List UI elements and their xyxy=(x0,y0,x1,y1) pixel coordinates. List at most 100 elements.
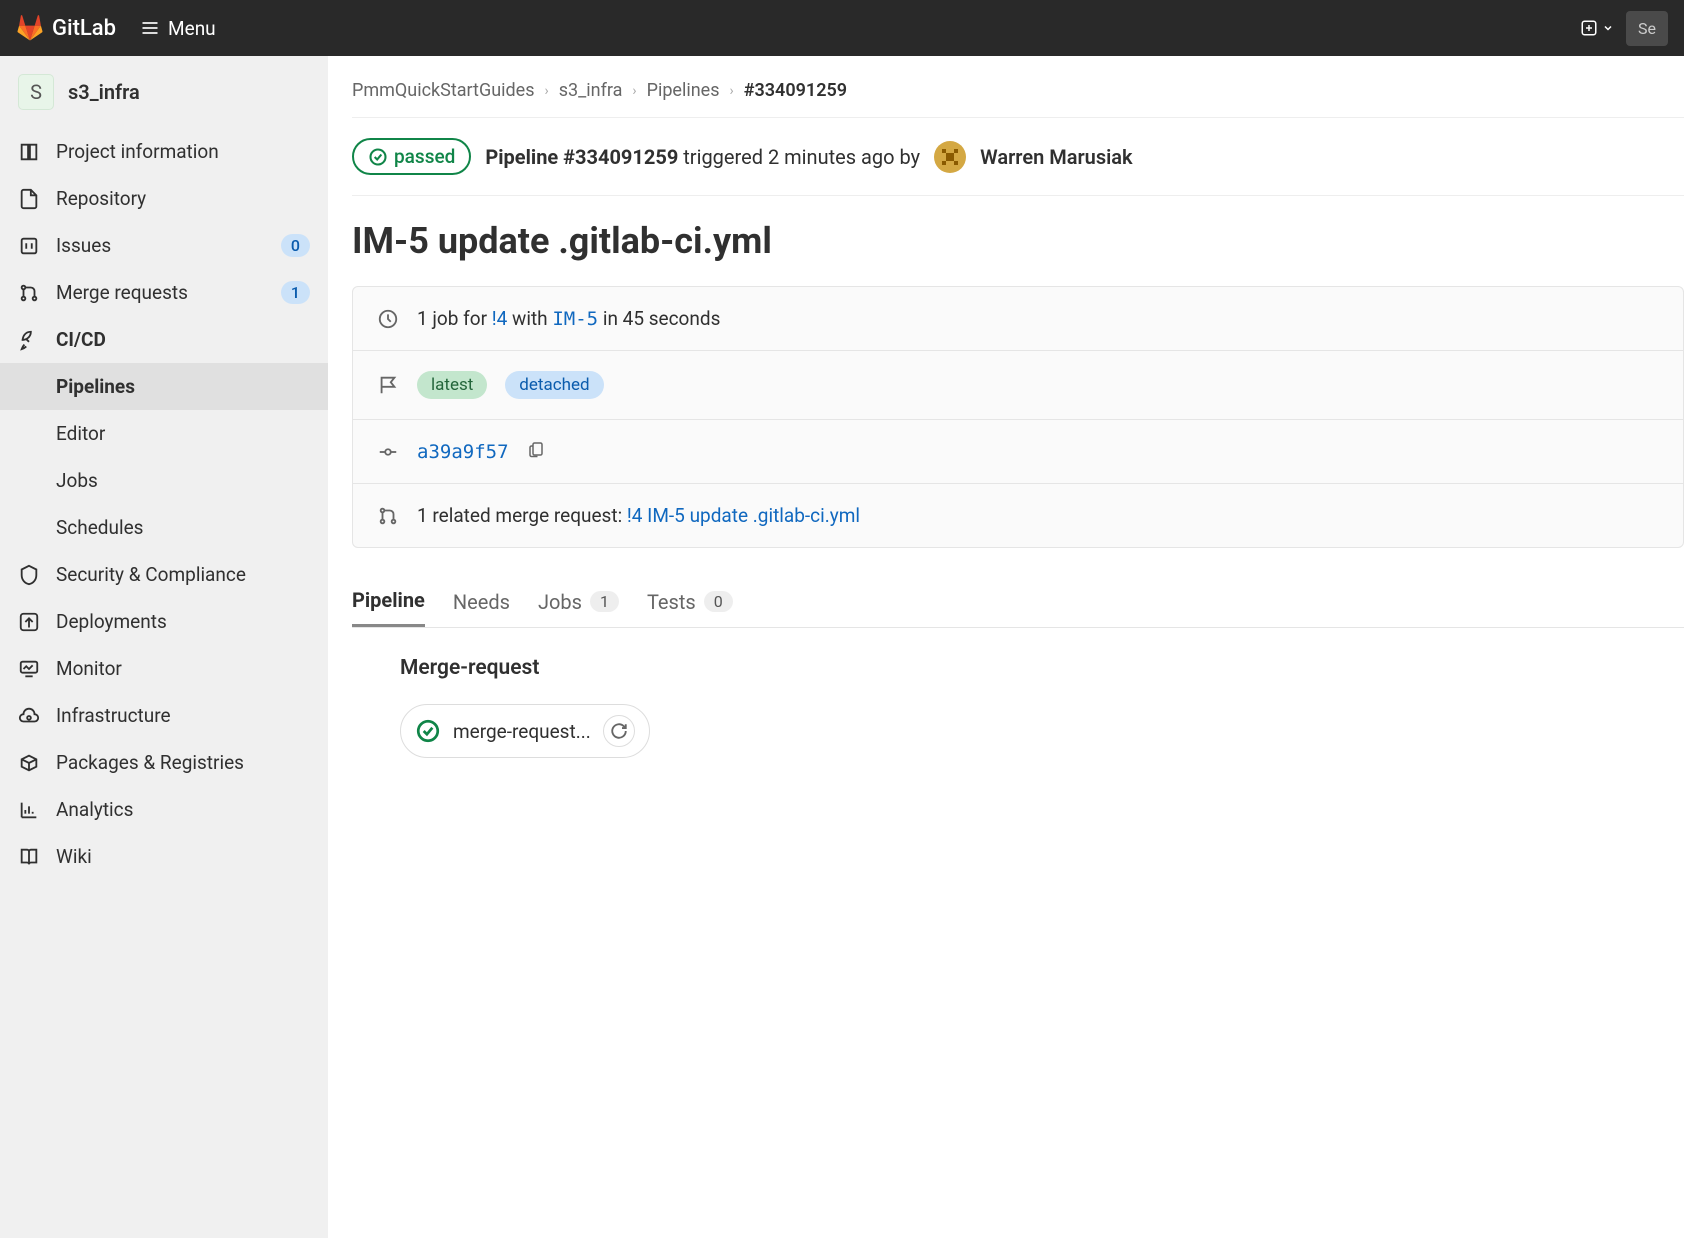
commit-icon xyxy=(377,441,399,463)
merge-icon xyxy=(18,282,40,304)
subnav-editor[interactable]: Editor xyxy=(0,410,328,457)
mr-link[interactable]: !4 xyxy=(492,307,508,330)
topbar-left: GitLab Menu xyxy=(16,14,216,42)
detail-commit-row: a39a9f57 xyxy=(353,420,1683,484)
job-pill[interactable]: merge-request... xyxy=(400,704,650,758)
jobs-summary: 1 job for !4 with IM-5 in 45 seconds xyxy=(417,307,720,330)
rocket-icon xyxy=(18,329,40,351)
project-header[interactable]: S s3_infra xyxy=(0,64,328,120)
cicd-subnav: Pipelines Editor Jobs Schedules xyxy=(0,363,328,551)
sidebar-item-label: Project information xyxy=(56,140,310,163)
chevron-right-icon: › xyxy=(545,83,549,99)
gitlab-tanuki-icon xyxy=(16,14,44,42)
sidebar-item-label: Monitor xyxy=(56,657,310,680)
book-icon xyxy=(18,141,40,163)
plus-icon xyxy=(1580,19,1598,37)
gitlab-logo[interactable]: GitLab xyxy=(16,14,116,42)
detail-jobs-row: 1 job for !4 with IM-5 in 45 seconds xyxy=(353,287,1683,351)
breadcrumb: PmmQuickStartGuides › s3_infra › Pipelin… xyxy=(352,80,1684,118)
sidebar-item-repository[interactable]: Repository xyxy=(0,175,328,222)
related-mr-text: 1 related merge request: !4 IM-5 update … xyxy=(417,504,860,527)
new-dropdown[interactable] xyxy=(1580,19,1614,37)
cloud-gear-icon xyxy=(18,705,40,727)
sidebar-item-label: Issues xyxy=(56,234,265,257)
commit-sha-link[interactable]: a39a9f57 xyxy=(417,441,509,463)
issues-count-badge: 0 xyxy=(281,234,310,257)
chevron-right-icon: › xyxy=(632,83,636,99)
book-open-icon xyxy=(18,846,40,868)
triggered-text: triggered 2 minutes ago by xyxy=(678,145,920,169)
sidebar-item-label: Deployments xyxy=(56,610,310,633)
status-badge[interactable]: passed xyxy=(352,138,471,175)
file-icon xyxy=(18,188,40,210)
detail-tags-row: latest detached xyxy=(353,351,1683,420)
tests-count: 0 xyxy=(704,591,733,612)
avatar-pattern-icon xyxy=(938,145,962,169)
subnav-schedules[interactable]: Schedules xyxy=(0,504,328,551)
sidebar-item-wiki[interactable]: Wiki xyxy=(0,833,328,880)
chevron-down-icon xyxy=(1602,22,1614,34)
pipeline-trigger-info: Pipeline #334091259 triggered 2 minutes … xyxy=(485,145,920,169)
job-name: merge-request... xyxy=(453,720,591,743)
chart-icon xyxy=(18,799,40,821)
breadcrumb-project[interactable]: s3_infra xyxy=(559,80,623,101)
main-content: PmmQuickStartGuides › s3_infra › Pipelin… xyxy=(328,56,1684,1238)
breadcrumb-current: #334091259 xyxy=(744,80,847,101)
user-avatar[interactable] xyxy=(934,141,966,173)
clipboard-icon xyxy=(527,440,545,458)
chevron-right-icon: › xyxy=(730,83,734,99)
branch-link[interactable]: IM-5 xyxy=(552,308,598,330)
subnav-jobs[interactable]: Jobs xyxy=(0,457,328,504)
search-input[interactable]: Se xyxy=(1626,11,1668,46)
clock-icon xyxy=(377,308,399,330)
sidebar-item-monitor[interactable]: Monitor xyxy=(0,645,328,692)
pipeline-header: passed Pipeline #334091259 triggered 2 m… xyxy=(352,118,1684,196)
gitlab-brand-text: GitLab xyxy=(52,16,116,41)
sidebar-item-label: Analytics xyxy=(56,798,310,821)
deploy-icon xyxy=(18,611,40,633)
sidebar-item-label: CI/CD xyxy=(56,328,310,351)
job-retry-button[interactable] xyxy=(603,715,635,747)
sidebar-item-infrastructure[interactable]: Infrastructure xyxy=(0,692,328,739)
issues-icon xyxy=(18,235,40,257)
sidebar-item-packages[interactable]: Packages & Registries xyxy=(0,739,328,786)
sidebar-item-label: Infrastructure xyxy=(56,704,310,727)
mr-count-badge: 1 xyxy=(281,281,310,304)
sidebar-item-merge-requests[interactable]: Merge requests 1 xyxy=(0,269,328,316)
sidebar-item-security[interactable]: Security & Compliance xyxy=(0,551,328,598)
user-name[interactable]: Warren Marusiak xyxy=(980,145,1132,169)
nav-list: Project information Repository Issues 0 … xyxy=(0,128,328,880)
topbar: GitLab Menu Se xyxy=(0,0,1684,56)
stage-title: Merge-request xyxy=(400,656,1636,680)
tab-pipeline[interactable]: Pipeline xyxy=(352,576,425,627)
sidebar-item-project-info[interactable]: Project information xyxy=(0,128,328,175)
sidebar-item-cicd[interactable]: CI/CD xyxy=(0,316,328,363)
flag-icon xyxy=(377,374,399,396)
tab-needs[interactable]: Needs xyxy=(453,576,510,627)
sidebar-item-label: Repository xyxy=(56,187,310,210)
subnav-pipelines[interactable]: Pipelines xyxy=(0,363,328,410)
status-text: passed xyxy=(394,145,455,168)
tag-latest: latest xyxy=(417,371,487,399)
tab-tests[interactable]: Tests 0 xyxy=(647,576,733,627)
tab-jobs[interactable]: Jobs 1 xyxy=(538,576,619,627)
pipeline-title: IM-5 update .gitlab-ci.yml xyxy=(352,196,1684,286)
jobs-count: 1 xyxy=(590,591,619,612)
related-mr-link[interactable]: !4 IM-5 update .gitlab-ci.yml xyxy=(627,504,860,527)
sidebar-item-label: Merge requests xyxy=(56,281,265,304)
project-name: s3_infra xyxy=(68,80,140,104)
hamburger-icon xyxy=(140,18,160,38)
detail-related-mr-row: 1 related merge request: !4 IM-5 update … xyxy=(353,484,1683,547)
menu-button[interactable]: Menu xyxy=(140,17,216,40)
breadcrumb-section[interactable]: Pipelines xyxy=(647,80,720,101)
sidebar-item-issues[interactable]: Issues 0 xyxy=(0,222,328,269)
sidebar-item-label: Wiki xyxy=(56,845,310,868)
tabs: Pipeline Needs Jobs 1 Tests 0 xyxy=(352,576,1684,628)
copy-sha-button[interactable] xyxy=(527,440,545,463)
breadcrumb-group[interactable]: PmmQuickStartGuides xyxy=(352,80,535,101)
project-avatar: S xyxy=(18,74,54,110)
sidebar-item-deployments[interactable]: Deployments xyxy=(0,598,328,645)
package-icon xyxy=(18,752,40,774)
sidebar-item-analytics[interactable]: Analytics xyxy=(0,786,328,833)
sidebar-item-label: Packages & Registries xyxy=(56,751,310,774)
